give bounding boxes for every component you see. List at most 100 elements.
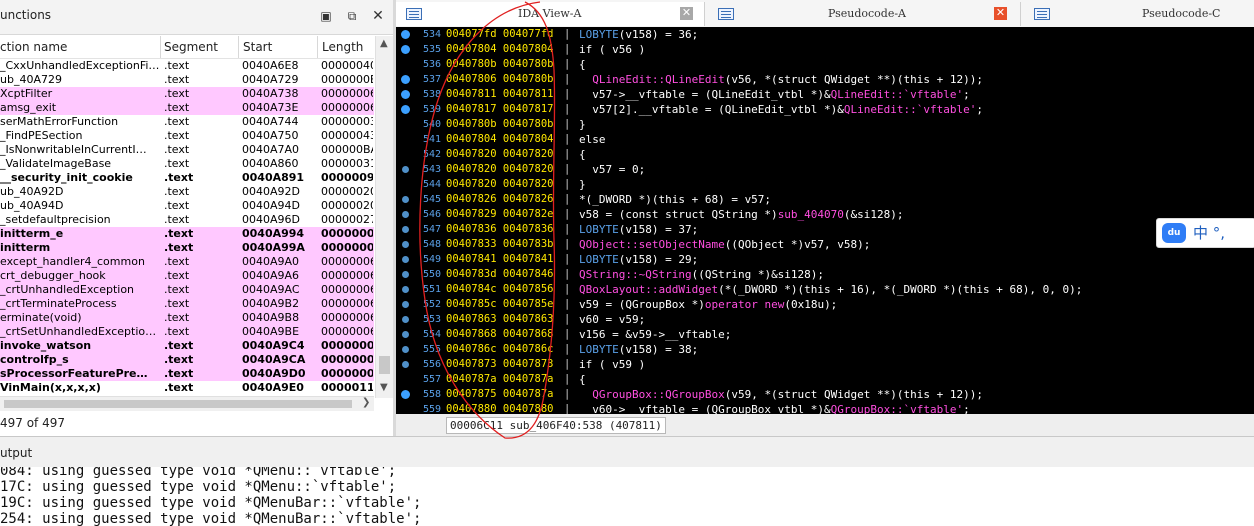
column-header-name[interactable]: ction name	[0, 40, 67, 54]
scroll-down-icon[interactable]: ▼	[380, 382, 388, 393]
code-line[interactable]: }	[579, 177, 586, 192]
code-line[interactable]: }	[579, 117, 586, 132]
ime-logo-icon[interactable]: du	[1162, 223, 1186, 243]
code-line[interactable]: QLineEdit::QLineEdit(v56, *(struct QWidg…	[579, 72, 983, 87]
tab-pseudocode-c[interactable]: Pseudocode-C	[1022, 2, 1254, 26]
breakpoint-dot-icon[interactable]	[402, 316, 409, 323]
breakpoint-dot-icon[interactable]	[402, 286, 409, 293]
breakpoint-dot-icon[interactable]	[401, 105, 410, 114]
function-row[interactable]: _CxxUnhandledExceptionFi… .text 0040A6E8 00…	[0, 59, 374, 73]
breakpoint-dot-icon[interactable]	[401, 390, 410, 399]
source-code[interactable]: LOBYTE(v158) = 36; if ( v56 ){ QLineEdit:…	[579, 27, 1254, 414]
function-start-cell: 0040A9A0	[242, 255, 300, 268]
breakpoint-dot-icon[interactable]	[402, 166, 409, 173]
breakpoint-dot-icon[interactable]	[401, 75, 410, 84]
code-line[interactable]: LOBYTE(v158) = 37;	[579, 222, 698, 237]
breakpoint-dot-icon[interactable]	[402, 256, 409, 263]
function-row[interactable]: erminate(void) .text 0040A9B8 00000006	[0, 311, 374, 325]
code-line[interactable]: LOBYTE(v158) = 38;	[579, 342, 698, 357]
code-line[interactable]: v58 = (const struct QString *)sub_404070…	[579, 207, 904, 222]
breakpoint-dot-icon[interactable]	[402, 241, 409, 248]
function-row[interactable]: amsg_exit .text 0040A73E 00000006	[0, 101, 374, 115]
code-line[interactable]: *(_DWORD *)(this + 68) = v57;	[579, 192, 771, 207]
function-row[interactable]: ub_40A729 .text 0040A729 0000000E	[0, 73, 374, 87]
breakpoint-dot-icon[interactable]	[402, 226, 409, 233]
code-line[interactable]: v156 = &v59->__vftable;	[579, 327, 731, 342]
function-row[interactable]: _crtTerminateProcess .text 0040A9B2 0000000…	[0, 297, 374, 311]
function-row[interactable]: _crtUnhandledException .text 0040A9AC 00000…	[0, 283, 374, 297]
close-tab-icon[interactable]: ✕	[680, 7, 693, 20]
column-header-segment[interactable]: Segment	[164, 40, 218, 54]
code-line[interactable]: v60 = v59;	[579, 312, 645, 327]
function-row[interactable]: controlfp_s .text 0040A9CA 00000006	[0, 353, 374, 367]
column-header-length[interactable]: Length	[322, 40, 363, 54]
close-tab-icon[interactable]: ✕	[994, 7, 1007, 20]
code-line[interactable]: if ( v59 )	[579, 357, 645, 372]
function-row[interactable]: XcptFilter .text 0040A738 00000006	[0, 87, 374, 101]
breakpoint-dot-icon[interactable]	[402, 196, 409, 203]
function-row[interactable]: _crtSetUnhandledExceptio… .text 0040A9BE 00…	[0, 325, 374, 339]
functions-vertical-scroll-thumb[interactable]	[379, 356, 390, 374]
functions-horizontal-scrollbar[interactable]: ❯	[0, 396, 374, 411]
function-row[interactable]: VinMain(x,x,x,x) .text 0040A9E0 00000117	[0, 381, 374, 395]
breakpoint-dot-icon[interactable]	[401, 30, 410, 39]
code-line[interactable]: v59 = (QGroupBox *)operator new(0x18u);	[579, 297, 837, 312]
code-line[interactable]: {	[579, 147, 586, 162]
code-line[interactable]: QObject::setObjectName((QObject *)v57, v…	[579, 237, 870, 252]
function-row[interactable]: initterm_e .text 0040A994 00000006	[0, 227, 374, 241]
address-separator: |	[564, 73, 571, 85]
output-window[interactable]: 084: using guessed type void *QMenu::`vf…	[0, 467, 1254, 526]
address-separator: |	[564, 163, 571, 175]
function-row[interactable]: _ValidateImageBase .text 0040A860 00000031	[0, 157, 374, 171]
code-line[interactable]: v57[2].__vftable = (QLineEdit_vtbl *)&QL…	[579, 102, 983, 117]
function-start-cell: 0040A96D	[242, 213, 300, 226]
function-row[interactable]: ub_40A92D .text 0040A92D 00000020	[0, 185, 374, 199]
code-line[interactable]: v60->__vftable = (QGroupBox_vtbl *)&QGro…	[579, 402, 970, 414]
breakpoint-dot-icon[interactable]	[402, 361, 409, 368]
close-panel-icon[interactable]: ✕	[370, 8, 386, 24]
function-row[interactable]: crt_debugger_hook .text 0040A9A6 00000006	[0, 269, 374, 283]
function-row[interactable]: invoke_watson .text 0040A9C4 00000006	[0, 339, 374, 353]
code-line[interactable]: {	[579, 57, 586, 72]
code-line[interactable]: else	[579, 132, 606, 147]
function-row[interactable]: ub_40A94D .text 0040A94D 00000020	[0, 199, 374, 213]
code-line[interactable]: QString::~QString((QString *)&si128);	[579, 267, 824, 282]
function-row[interactable]: serMathErrorFunction .text 0040A744 0000000…	[0, 115, 374, 129]
float-panel-icon[interactable]: ⧉	[344, 8, 360, 24]
maximize-panel-icon[interactable]: ▣	[318, 8, 334, 24]
code-line[interactable]: if ( v56 )	[579, 42, 645, 57]
functions-vertical-scrollbar[interactable]: ▲ ▼	[375, 36, 393, 398]
ime-mode-indicator[interactable]: 中 °,	[1193, 222, 1225, 243]
breakpoint-dot-icon[interactable]	[401, 90, 410, 99]
function-row[interactable]: _IsNonwritableInCurrentI… .text 0040A7A0 00…	[0, 143, 374, 157]
column-header-start[interactable]: Start	[243, 40, 272, 54]
breakpoint-dot-icon[interactable]	[402, 346, 409, 353]
code-line[interactable]: LOBYTE(v158) = 29;	[579, 252, 698, 267]
code-line[interactable]: v57->__vftable = (QLineEdit_vtbl *)&QLin…	[579, 87, 970, 102]
code-line[interactable]: QGroupBox::QGroupBox(v59, *(struct QWidg…	[579, 387, 983, 402]
code-line[interactable]: v57 = 0;	[579, 162, 645, 177]
scroll-up-icon[interactable]: ▲	[380, 38, 388, 49]
code-line[interactable]: LOBYTE(v158) = 36;	[579, 27, 698, 42]
function-row[interactable]: sProcessorFeaturePre… .text 0040A9D0 000000…	[0, 367, 374, 381]
code-line[interactable]: {	[579, 372, 586, 387]
pseudocode-view[interactable]: 534 535 536 537 538 539 540 541 542 543 544 545 546 5…	[396, 27, 1254, 414]
breakpoint-dot-icon[interactable]	[402, 301, 409, 308]
tab-ida-view-a[interactable]: IDA View-A ✕	[396, 2, 705, 26]
code-line[interactable]: QBoxLayout::addWidget(*(_DWORD *)(this +…	[579, 282, 1082, 297]
tab-pseudocode-a[interactable]: Pseudocode-A ✕	[706, 2, 1021, 26]
function-segment-cell: .text	[164, 213, 190, 226]
scroll-right-icon[interactable]: ❯	[362, 397, 370, 408]
breakpoint-dot-icon[interactable]	[402, 271, 409, 278]
function-row[interactable]: _setdefaultprecision .text 0040A96D 0000002…	[0, 213, 374, 227]
breakpoint-dot-icon[interactable]	[402, 331, 409, 338]
breakpoint-dot-icon[interactable]	[401, 45, 410, 54]
ime-toolbar[interactable]: du 中 °,	[1156, 218, 1254, 248]
function-row[interactable]: except_handler4_common .text 0040A9A0 00000…	[0, 255, 374, 269]
function-row[interactable]: initterm .text 0040A99A 00000006	[0, 241, 374, 255]
breakpoint-dot-icon[interactable]	[402, 211, 409, 218]
function-row[interactable]: _FindPESection .text 0040A750 00000043	[0, 129, 374, 143]
function-segment-cell: .text	[164, 353, 194, 366]
functions-horizontal-scroll-thumb[interactable]	[4, 400, 352, 408]
function-row[interactable]: __security_init_cookie .text 0040A891 00000…	[0, 171, 374, 185]
